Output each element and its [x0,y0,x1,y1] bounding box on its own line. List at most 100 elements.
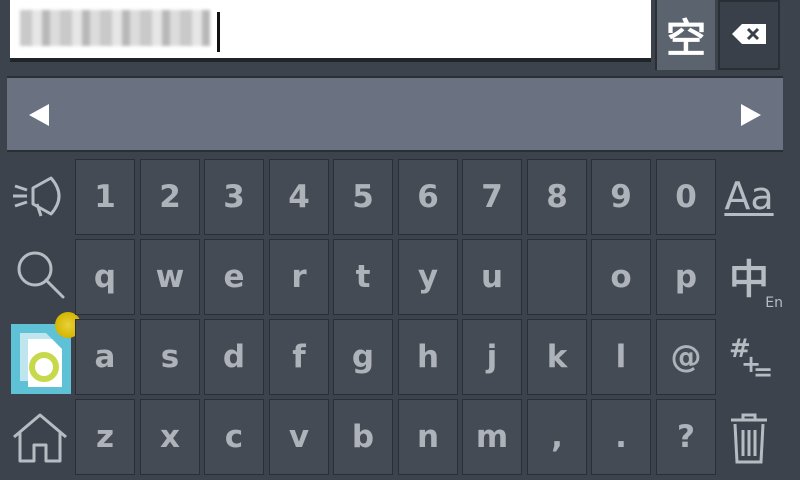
space-key[interactable]: 空 [655,0,715,70]
key-7[interactable]: 7 [462,159,522,235]
backspace-icon [732,24,766,44]
key-0[interactable]: 0 [656,159,716,235]
key-label: 8 [546,179,568,215]
key-n[interactable]: n [398,399,458,475]
key-label: f [292,339,306,375]
key-d[interactable]: d [204,319,264,395]
document-icon [20,333,62,387]
key-label: x [160,419,180,455]
key-f[interactable]: f [269,319,329,395]
space-key-label: 空 [666,16,706,62]
key-6[interactable]: 6 [398,159,458,235]
text-input-field[interactable] [10,0,651,62]
key-label: d [222,339,246,375]
language-main-label: 中 [729,257,769,303]
home-icon [13,413,67,463]
right-toolbar: Aa 中 En # + = [718,158,783,478]
key-label: s [160,339,180,375]
key-5[interactable]: 5 [333,159,393,235]
search-button[interactable] [8,236,72,312]
key-?[interactable]: ? [656,399,716,475]
key-label: q [93,259,117,295]
key-label: 5 [352,179,374,215]
blurred-input-text [20,10,210,46]
key-q[interactable]: q [75,239,135,315]
key-3[interactable]: 3 [204,159,264,235]
arrow-left-icon[interactable] [29,104,49,126]
key-,[interactable]: , [527,399,587,475]
case-toggle-button[interactable]: Aa [718,158,780,234]
key-label: 0 [675,179,697,215]
trash-icon [731,413,767,464]
language-toggle-button[interactable]: 中 En [718,238,783,314]
key-label: e [223,259,245,295]
key-label: k [546,339,568,375]
key-m[interactable]: m [462,399,522,475]
key-@[interactable]: @ [656,319,716,395]
key-label: , [551,419,563,455]
symbols-button[interactable]: # + = [718,320,780,396]
key-label: 6 [417,179,439,215]
key-l[interactable]: l [591,319,651,395]
clear-button[interactable] [718,400,780,476]
key-label: @ [670,339,702,375]
key-c[interactable]: c [204,399,264,475]
key-blank[interactable] [527,239,587,315]
key-label: u [480,259,504,295]
backspace-button[interactable] [718,0,780,70]
key-label: 4 [288,179,310,215]
key-label: z [95,419,115,455]
key-label: ? [677,419,695,455]
key-label: a [94,339,116,375]
key-label: l [615,339,627,375]
key-u[interactable]: u [462,239,522,315]
key-.[interactable]: . [591,399,651,475]
key-s[interactable]: s [140,319,200,395]
key-label: 1 [94,179,116,215]
key-j[interactable]: j [462,319,522,395]
key-9[interactable]: 9 [591,159,651,235]
key-w[interactable]: w [140,239,200,315]
key-v[interactable]: v [269,399,329,475]
key-label: w [155,259,185,295]
key-8[interactable]: 8 [527,159,587,235]
symbols-icon: # + = [727,328,773,388]
key-r[interactable]: r [269,239,329,315]
key-1[interactable]: 1 [75,159,135,235]
home-button[interactable] [8,400,72,476]
search-icon [17,251,65,299]
key-a[interactable]: a [75,319,135,395]
speak-button[interactable] [8,158,72,234]
key-label: 9 [610,179,632,215]
language-sub-label: En [765,295,783,311]
key-label: 3 [223,179,245,215]
key-h[interactable]: h [398,319,458,395]
key-label: v [288,419,310,455]
key-e[interactable]: e [204,239,264,315]
language-toggle-label: 中 En [729,247,783,311]
key-x[interactable]: x [140,399,200,475]
key-label: h [416,339,440,375]
key-z[interactable]: z [75,399,135,475]
key-2[interactable]: 2 [140,159,200,235]
key-k[interactable]: k [527,319,587,395]
key-label: c [224,419,244,455]
speaker-icon [13,176,61,217]
key-label: r [291,259,307,295]
key-label: n [416,419,440,455]
key-label: o [610,259,632,295]
key-t[interactable]: t [333,239,393,315]
candidate-bar [7,76,783,152]
key-label: g [351,339,375,375]
key-label: j [486,339,498,375]
arrow-right-icon[interactable] [741,104,761,126]
key-label: 2 [159,179,181,215]
key-b[interactable]: b [333,399,393,475]
key-o[interactable]: o [591,239,651,315]
key-g[interactable]: g [333,319,393,395]
key-4[interactable]: 4 [269,159,329,235]
key-label: . [615,419,627,455]
key-label: m [475,419,509,455]
key-y[interactable]: y [398,239,458,315]
key-p[interactable]: p [656,239,716,315]
